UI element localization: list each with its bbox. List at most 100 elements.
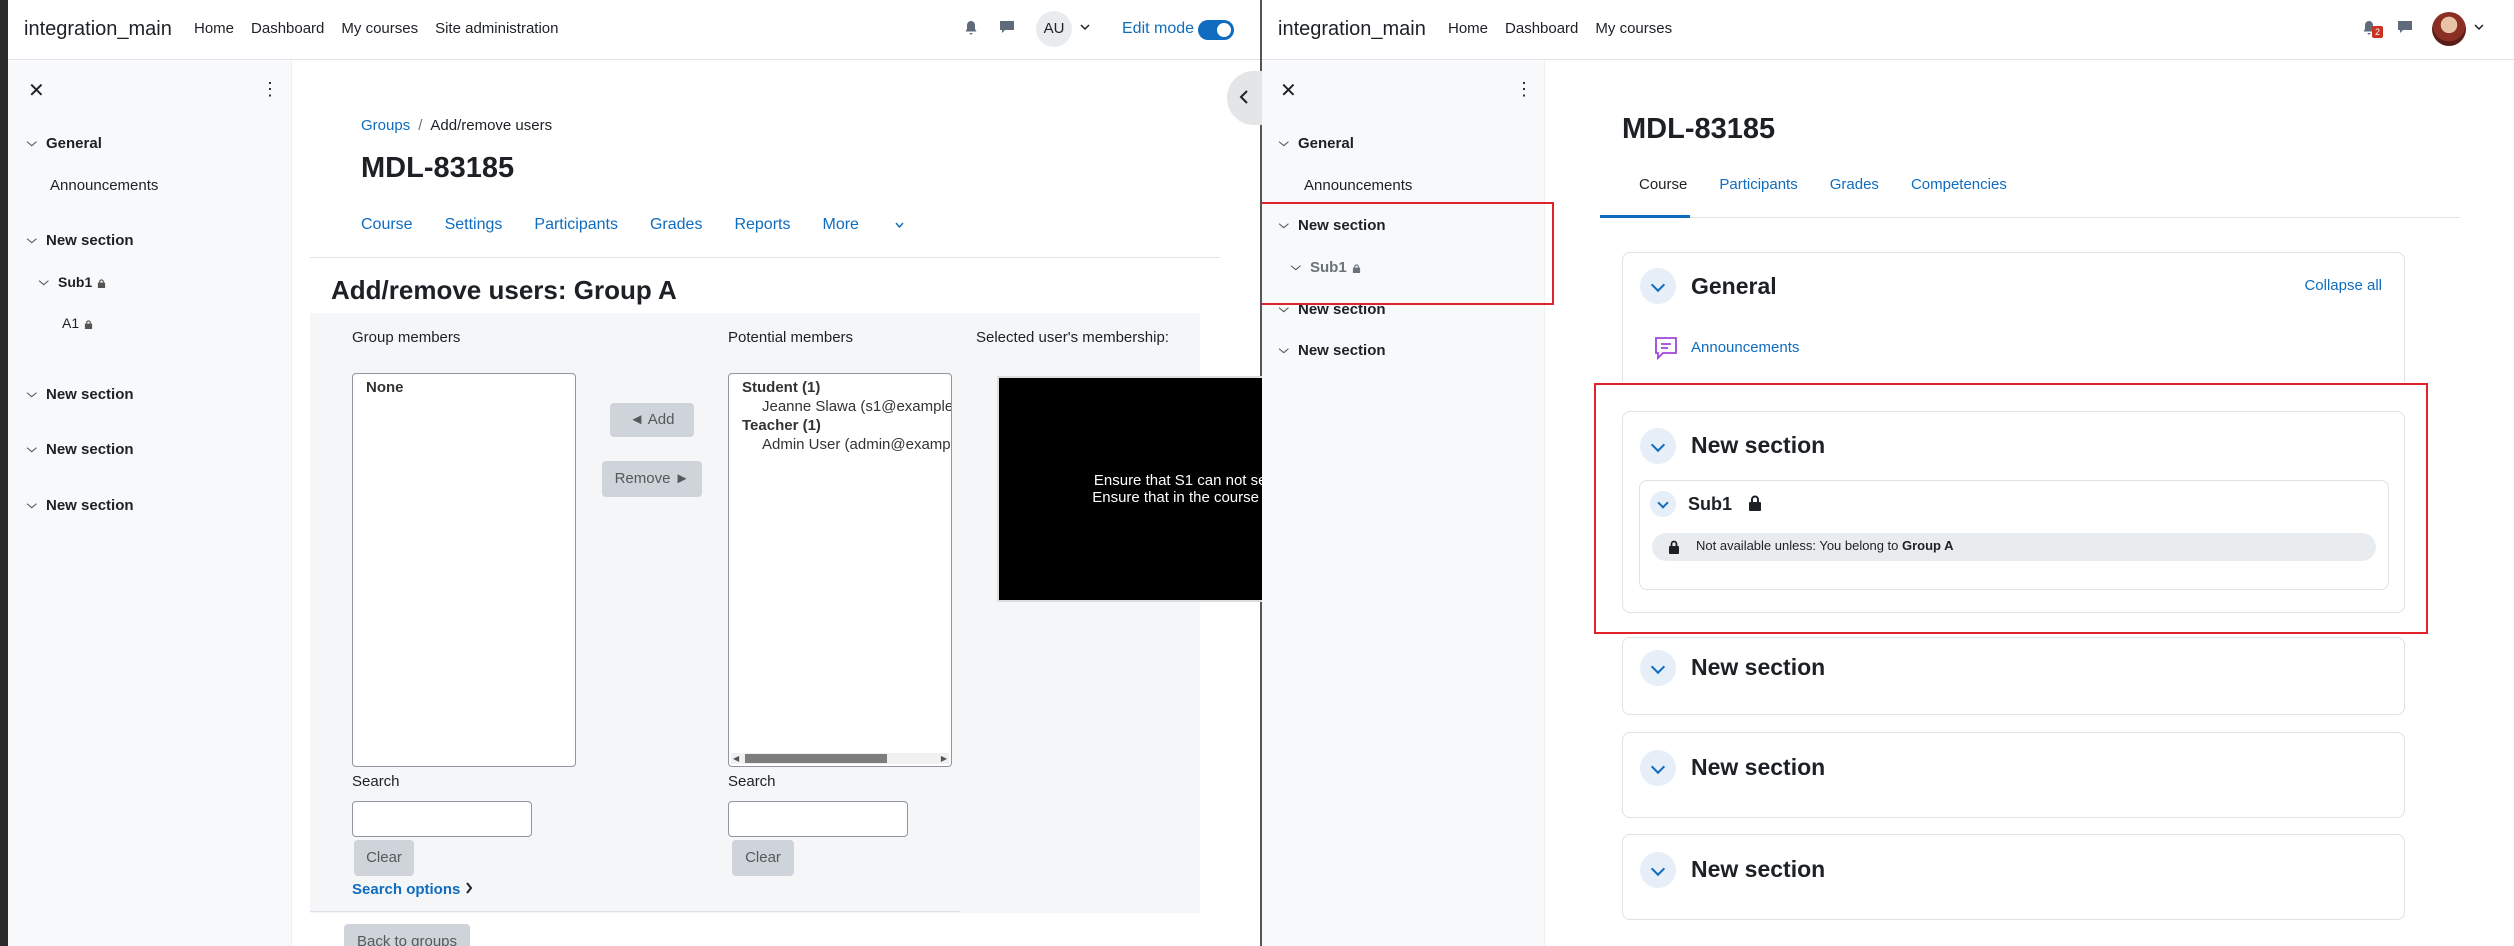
course-index-item-announcements[interactable]: Announcements: [1304, 177, 1412, 194]
tab-participants[interactable]: Participants: [1719, 176, 1797, 193]
course-index-section-new-section[interactable]: ⌵ New section: [26, 497, 134, 514]
course-index-section-general[interactable]: ⌵ General: [1279, 135, 1354, 152]
optgroup-label: Teacher (1): [742, 417, 821, 434]
group-members-search-label: Search: [352, 773, 400, 790]
chevron-down-icon: ⌵: [26, 388, 37, 400]
scroll-right-icon[interactable]: ▶: [941, 753, 947, 764]
user-avatar[interactable]: [2432, 12, 2466, 46]
primary-navigation: Home Dashboard My courses: [1448, 20, 1689, 37]
tab-competencies[interactable]: Competencies: [1911, 176, 2007, 193]
user-menu-chevron-down-icon[interactable]: [2474, 22, 2484, 32]
course-index-drawer: ✕ ⋮ ⌵ General Announcements ⌵ New section …: [1262, 61, 1545, 946]
course-index-drawer: ✕ ⋮ ⌵ General Announcements ⌵ New section …: [8, 61, 292, 946]
nav-dashboard[interactable]: Dashboard: [251, 20, 324, 37]
course-index-section-new-section[interactable]: ⌵ New section: [26, 386, 134, 403]
potential-members-search-input[interactable]: [728, 801, 908, 837]
nav-my-courses[interactable]: My courses: [1595, 20, 1672, 37]
course-index-section-new-section[interactable]: ⌵ New section: [1279, 342, 1386, 359]
tab-course[interactable]: Course: [361, 216, 413, 234]
section-collapse-chevron-icon[interactable]: [1640, 650, 1676, 686]
nav-home[interactable]: Home: [194, 20, 234, 37]
top-navbar: integration_main Home Dashboard My cours…: [1262, 0, 2514, 60]
right-browser-pane: integration_main Home Dashboard My cours…: [1262, 0, 2514, 946]
tab-grades[interactable]: Grades: [650, 216, 702, 234]
tab-grades[interactable]: Grades: [1830, 176, 1879, 193]
site-brand[interactable]: integration_main: [24, 18, 172, 41]
section-collapse-chevron-icon[interactable]: [1640, 750, 1676, 786]
nav-my-courses[interactable]: My courses: [341, 20, 418, 37]
nav-home[interactable]: Home: [1448, 20, 1488, 37]
course-index-options-icon[interactable]: ⋮: [1515, 79, 1533, 100]
remove-button[interactable]: Remove ►: [602, 461, 702, 497]
page-title: MDL-83185: [1622, 113, 1776, 145]
collapse-all-link[interactable]: Collapse all: [2304, 277, 2382, 294]
user-avatar[interactable]: AU: [1036, 11, 1072, 47]
course-index-section-new-section[interactable]: ⌵ New section: [26, 232, 134, 249]
list-item[interactable]: Admin User (admin@example.com): [729, 436, 951, 453]
tab-participants[interactable]: Participants: [534, 216, 618, 234]
edit-mode-label: Edit mode: [1122, 20, 1195, 37]
course-index-subsection-sub1[interactable]: ⌵ Sub1: [38, 274, 106, 290]
course-section-new-section: New section: [1622, 834, 2405, 920]
chevron-down-icon: ⌵: [26, 499, 37, 511]
section-collapse-chevron-icon[interactable]: [1640, 852, 1676, 888]
close-drawer-icon[interactable]: ✕: [1280, 78, 1297, 103]
scroll-left-icon[interactable]: ◀: [733, 753, 739, 764]
messages-icon[interactable]: [998, 20, 1016, 38]
potential-members-label: Potential members: [728, 329, 854, 346]
group-members-search-input[interactable]: [352, 801, 532, 837]
chevron-right-icon: [465, 882, 472, 894]
active-tab-indicator: [1600, 215, 1690, 218]
course-index-section-new-section[interactable]: ⌵ New section: [26, 441, 134, 458]
group-members-select[interactable]: None: [352, 373, 576, 767]
activity-announcements-link[interactable]: Announcements: [1691, 339, 1799, 356]
nav-dashboard[interactable]: Dashboard: [1505, 20, 1578, 37]
course-index-activity-a1[interactable]: A1: [62, 315, 93, 331]
course-section-new-section: New section: [1622, 637, 2405, 715]
course-index-item-announcements[interactable]: Announcements: [50, 177, 158, 194]
messages-icon[interactable]: [2396, 20, 2414, 38]
breadcrumb-groups-link[interactable]: Groups: [361, 117, 410, 134]
chevron-left-icon: [1239, 90, 1248, 104]
chevron-down-icon: ⌵: [26, 443, 37, 455]
page-title: MDL-83185: [361, 152, 515, 184]
section-collapse-chevron-icon[interactable]: [1640, 268, 1676, 304]
potential-members-select[interactable]: Student (1) Jeanne Slawa (s1@example.com…: [728, 373, 952, 767]
list-item[interactable]: Jeanne Slawa (s1@example.com): [729, 398, 951, 415]
form-divider: [310, 911, 960, 912]
top-navbar: integration_main Home Dashboard My cours…: [8, 0, 1260, 60]
lock-icon: [98, 278, 106, 288]
scrollbar-thumb[interactable]: [745, 754, 887, 763]
highlight-box: [1594, 383, 2428, 634]
secondary-navigation: Course Participants Grades Competencies: [1639, 176, 2039, 193]
notifications-bell-icon[interactable]: [962, 20, 980, 38]
close-drawer-icon[interactable]: ✕: [28, 78, 45, 103]
back-to-groups-button[interactable]: Back to groups: [344, 924, 470, 946]
list-item[interactable]: None: [353, 374, 575, 396]
highlight-box: [1262, 202, 1554, 305]
tab-settings[interactable]: Settings: [445, 216, 503, 234]
search-options-toggle[interactable]: Search options: [352, 881, 473, 898]
user-menu-chevron-down-icon[interactable]: [1080, 22, 1090, 32]
tab-reports[interactable]: Reports: [734, 216, 790, 234]
window-edge: [0, 0, 8, 946]
group-members-clear-button[interactable]: Clear: [354, 840, 414, 876]
group-members-label: Group members: [352, 329, 461, 346]
site-brand[interactable]: integration_main: [1278, 18, 1426, 41]
edit-mode-toggle[interactable]: [1198, 20, 1234, 40]
potential-members-search-label: Search: [728, 773, 776, 790]
course-section-new-section: New section: [1622, 732, 2405, 818]
course-index-options-icon[interactable]: ⋮: [261, 79, 279, 100]
breadcrumb-separator: /: [418, 117, 423, 134]
forum-icon: [1655, 337, 1677, 361]
tab-course[interactable]: Course: [1639, 176, 1687, 193]
chevron-down-icon: ⌵: [38, 275, 49, 288]
tab-more[interactable]: More: [822, 216, 904, 234]
add-button[interactable]: ◄ Add: [610, 403, 694, 437]
chevron-down-icon: ⌵: [26, 234, 37, 246]
potential-members-clear-button[interactable]: Clear: [732, 840, 794, 876]
nav-site-administration[interactable]: Site administration: [435, 20, 558, 37]
chevron-down-icon: ⌵: [26, 137, 37, 149]
course-index-section-general[interactable]: ⌵ General: [26, 135, 102, 152]
horizontal-scrollbar[interactable]: ◀ ▶: [731, 753, 949, 764]
